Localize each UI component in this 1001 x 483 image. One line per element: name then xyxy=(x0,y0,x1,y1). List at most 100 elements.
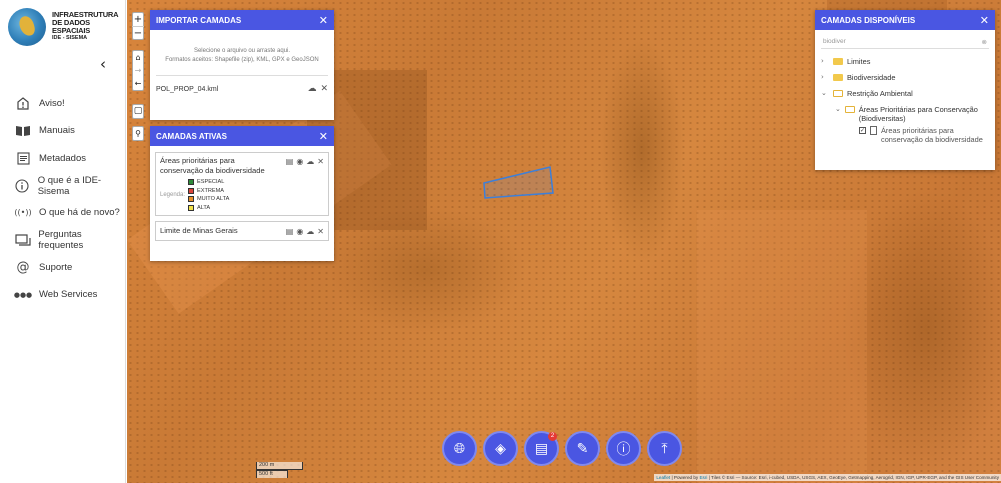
logo[interactable]: INFRAESTRUTURA DE DADOS ESPACIAIS IDE - … xyxy=(0,0,125,48)
book-icon xyxy=(14,124,32,138)
sidebar-item-label: O que é a IDE-Sisema xyxy=(37,174,102,197)
broadcast-icon: ((•)) xyxy=(14,208,32,218)
layers-button[interactable]: ◈ xyxy=(483,431,518,466)
file-name: POL_PROP_04.kml xyxy=(156,85,219,93)
sidebar-item-metadados[interactable]: Metadados xyxy=(0,145,126,172)
legend-item: EXTREMA xyxy=(188,187,229,195)
zoom-out-button[interactable]: − xyxy=(132,26,144,39)
panel-title: CAMADAS ATIVAS xyxy=(156,131,227,141)
sidebar-item-label: Web Services xyxy=(39,289,98,301)
sidebar-item-suporte[interactable]: @ Suporte xyxy=(0,254,126,281)
sidebar-item-label: Suporte xyxy=(39,261,73,273)
clear-search-icon[interactable]: ⊗ xyxy=(982,38,987,46)
table-icon[interactable]: ▤ xyxy=(286,227,294,236)
collapse-sidebar-chevron-icon[interactable]: ‹ xyxy=(100,55,106,73)
layer-name: Áreas prioritárias para conservação da b… xyxy=(160,156,265,175)
tree-item-biodiversidade[interactable]: › Biodiversidade xyxy=(821,70,989,86)
alert-icon: ⓘ xyxy=(616,441,631,458)
faq-icon xyxy=(14,233,31,247)
tree-label: Áreas prioritárias para conservação da b… xyxy=(881,126,983,144)
sidebar-item-aviso[interactable]: Aviso! xyxy=(0,90,126,117)
chevron-down-icon: ⌄ xyxy=(821,89,827,97)
remove-layer-icon[interactable]: ✕ xyxy=(317,157,324,166)
legend-swatch xyxy=(188,187,194,194)
sidebar-item-novidades[interactable]: ((•)) O que há de novo? xyxy=(0,199,126,226)
sidebar-item-label: Aviso! xyxy=(39,98,65,110)
sidebar-item-web-services[interactable]: ●●● Web Services xyxy=(0,281,126,308)
sidebar-item-perguntas[interactable]: Perguntas frequentes xyxy=(0,226,126,253)
cloud-download-icon[interactable]: ☁ xyxy=(307,84,316,94)
chevron-right-icon: › xyxy=(821,73,824,81)
dots-icon: ●●● xyxy=(13,290,33,299)
forward-arrow-icon[interactable]: → xyxy=(132,64,144,77)
remove-file-icon[interactable]: ✕ xyxy=(320,84,328,94)
legend-swatch xyxy=(188,196,194,202)
layers-icon: ◈ xyxy=(495,440,506,457)
list-icon: ▤ xyxy=(534,440,549,457)
basemap-button[interactable]: 🌐︎ xyxy=(442,431,477,466)
panel-title: IMPORTAR CAMADAS xyxy=(156,15,242,25)
warning-icon xyxy=(14,96,32,111)
info-button[interactable]: ⓘ xyxy=(606,431,641,466)
logo-line3: IDE - SISEMA xyxy=(52,34,88,41)
history-control: ⌂ → ← xyxy=(132,50,144,91)
close-icon[interactable]: ✕ xyxy=(319,14,328,27)
dropzone-formats: Formatos aceitos: Shapefile (zip), KML, … xyxy=(165,57,319,63)
panel-header: CAMADAS ATIVAS ✕ xyxy=(150,126,334,146)
visibility-eye-icon[interactable]: ◉ xyxy=(296,157,303,166)
close-icon[interactable]: ✕ xyxy=(980,14,989,27)
globe-logo-icon xyxy=(8,7,46,46)
map-field xyxy=(697,210,867,483)
visibility-eye-icon[interactable]: ◉ xyxy=(296,227,303,236)
draw-tool-button[interactable]: ✎ xyxy=(565,431,600,466)
layer-name: Limite de Minas Gerais xyxy=(160,225,238,235)
available-layers-panel: CAMADAS DISPONÍVEIS ✕ biodiver ⊗ › Limit… xyxy=(815,10,995,170)
document-icon xyxy=(14,151,32,165)
fullscreen-button[interactable]: ▢ xyxy=(132,104,144,119)
sidebar-item-o-que-e[interactable]: O que é a IDE-Sisema xyxy=(0,172,126,199)
layer-checkbox[interactable]: ✓ xyxy=(859,127,866,134)
tree-item-areas-prioritarias-layer[interactable]: ✓ Áreas prioritárias para conservação da… xyxy=(821,123,989,144)
close-icon[interactable]: ✕ xyxy=(319,130,328,143)
zoom-in-button[interactable]: + xyxy=(132,13,144,26)
search-button[interactable]: ⚲ xyxy=(132,126,144,141)
search-value: biodiver xyxy=(823,38,846,45)
active-layers-panel: CAMADAS ATIVAS ✕ Áreas prioritárias para… xyxy=(150,126,334,261)
dropzone-instruction: Selecione o arquivo ou arraste aqui. xyxy=(193,48,291,54)
cloud-download-icon[interactable]: ☁ xyxy=(306,227,314,236)
upload-icon: ⤒ xyxy=(661,440,668,457)
scale-metric: 200 m xyxy=(256,462,303,470)
upload-button[interactable]: ⤒ xyxy=(647,431,682,466)
back-arrow-icon[interactable]: ← xyxy=(132,77,144,90)
file-dropzone[interactable]: Selecione o arquivo ou arraste aqui. For… xyxy=(156,38,328,76)
folder-icon xyxy=(833,58,843,65)
folder-open-icon xyxy=(833,90,843,97)
fullscreen-icon: ▢ xyxy=(133,106,143,116)
file-icon xyxy=(870,126,877,135)
zoom-control: + − xyxy=(132,12,144,40)
sidebar-item-label: Metadados xyxy=(39,152,87,164)
tree-item-areas-prioritarias-folder[interactable]: ⌄ Áreas Prioritárias para Conservação (B… xyxy=(821,102,989,123)
leaflet-link[interactable]: Leaflet xyxy=(656,475,670,480)
active-layers-button[interactable]: ▤ 2 xyxy=(524,431,559,466)
chevron-right-icon: › xyxy=(821,57,824,65)
layer-tree: › Limites › Biodiversidade ⌄ Restrição A… xyxy=(815,54,995,144)
table-icon[interactable]: ▤ xyxy=(286,157,294,166)
tree-item-limites[interactable]: › Limites xyxy=(821,54,989,70)
cloud-download-icon[interactable]: ☁ xyxy=(306,157,314,166)
sidebar-item-manuais[interactable]: Manuais xyxy=(0,117,126,144)
info-icon xyxy=(14,178,31,193)
imported-polygon[interactable] xyxy=(482,165,554,201)
sidebar: INFRAESTRUTURA DE DADOS ESPACIAIS IDE - … xyxy=(0,0,126,483)
tree-item-restricao-ambiental[interactable]: ⌄ Restrição Ambiental xyxy=(821,86,989,102)
legend-item: MUITO ALTA xyxy=(188,195,229,203)
layer-search-input[interactable]: biodiver ⊗ xyxy=(821,35,989,49)
legend-swatch xyxy=(188,179,194,185)
home-icon[interactable]: ⌂ xyxy=(132,51,144,64)
folder-icon xyxy=(833,74,843,81)
import-layers-panel: IMPORTAR CAMADAS ✕ Selecione o arquivo o… xyxy=(150,10,334,120)
legend-label: Legenda: xyxy=(160,192,186,198)
tree-label: Áreas Prioritárias para Conservação (Bio… xyxy=(858,105,978,123)
sidebar-nav: Aviso! Manuais Metadados O que é a IDE-S… xyxy=(0,90,126,308)
remove-layer-icon[interactable]: ✕ xyxy=(317,227,324,236)
